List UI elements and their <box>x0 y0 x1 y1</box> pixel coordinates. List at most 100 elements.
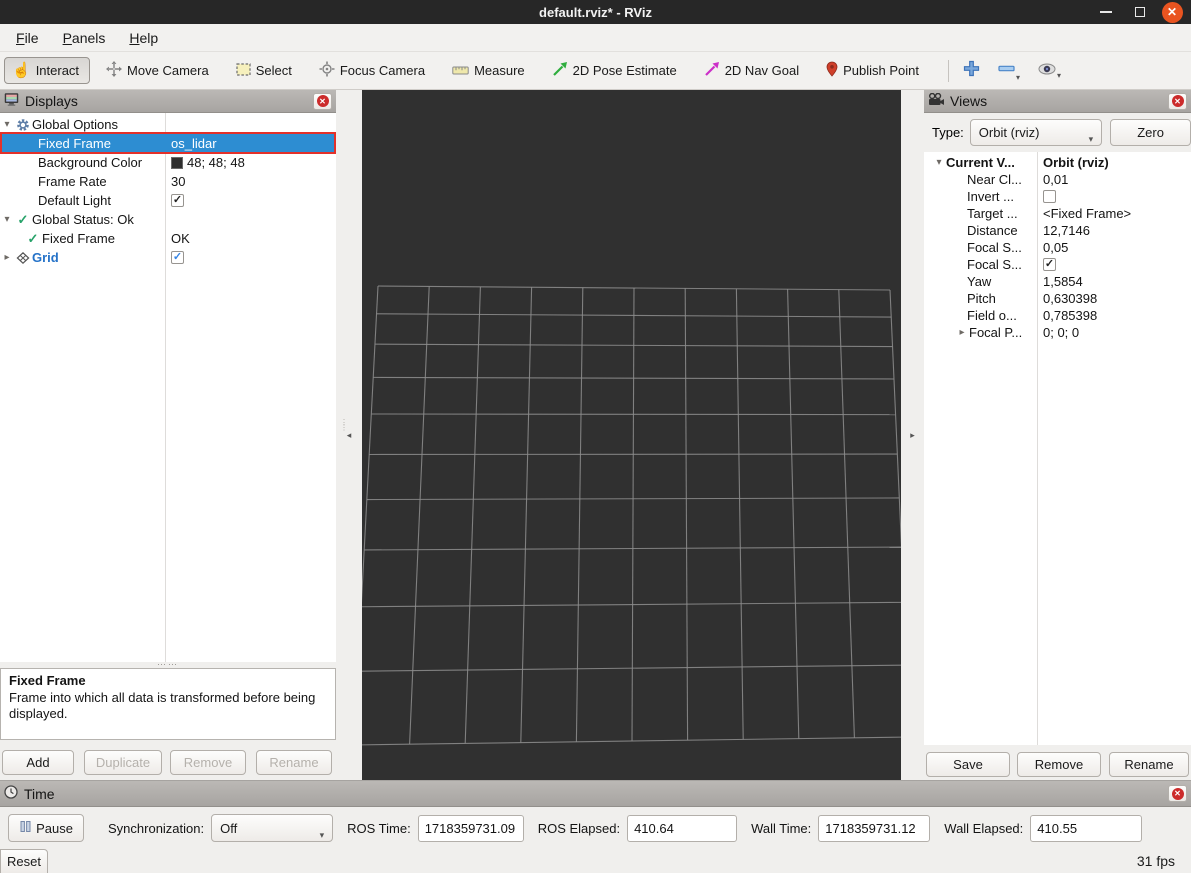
sync-value: Off <box>220 821 237 836</box>
tool-label: Measure <box>474 63 525 78</box>
rename-view-button[interactable]: Rename <box>1109 752 1189 777</box>
pause-button[interactable]: Pause <box>8 814 84 842</box>
expander-open-icon[interactable]: ▾ <box>0 119 14 130</box>
row-label: Fixed Frame <box>38 136 111 151</box>
row-value[interactable]: 0; 0; 0 <box>1043 325 1079 340</box>
menu-help[interactable]: Help <box>117 26 170 50</box>
add-display-button[interactable]: Add <box>2 750 74 775</box>
left-splitter[interactable]: ⋮⋮ ◂ <box>336 90 362 780</box>
ros-elapsed-field[interactable]: 410.64 <box>627 815 737 842</box>
sync-combobox[interactable]: Off ▾ <box>211 814 333 842</box>
remove-tool-button[interactable]: ▾ <box>996 58 1022 84</box>
render-viewport[interactable] <box>362 90 901 780</box>
row-value[interactable]: 12,7146 <box>1043 223 1090 238</box>
tree-row-distance[interactable]: Distance 12,7146 <box>924 222 1191 239</box>
add-tool-button[interactable] <box>961 58 982 84</box>
menu-file[interactable]: File <box>4 26 51 50</box>
tree-row-global-status[interactable]: ▾ ✓ Global Status: Ok <box>0 210 336 229</box>
tool-move-camera[interactable]: Move Camera <box>106 61 209 80</box>
expander-closed-icon[interactable]: ▸ <box>955 327 969 338</box>
wall-elapsed-field[interactable]: 410.55 <box>1030 815 1142 842</box>
collapse-right-arrow-icon[interactable]: ▸ <box>910 430 915 441</box>
tree-row-focal-shape-fixed[interactable]: Focal S... ✓ <box>924 256 1191 273</box>
save-view-button[interactable]: Save <box>926 752 1010 777</box>
displays-tree: ▾ Global Options Fixed Frame os_lidar Ba… <box>0 113 336 662</box>
reset-button[interactable]: Reset <box>0 849 48 873</box>
remove-view-button[interactable]: Remove <box>1017 752 1101 777</box>
tool-2d-nav-goal[interactable]: 2D Nav Goal <box>704 61 799 80</box>
minimize-button[interactable] <box>1093 0 1119 24</box>
tool-label: Interact <box>36 63 79 78</box>
row-value[interactable]: 0,05 <box>1043 240 1068 255</box>
toolbar-separator <box>948 60 949 82</box>
row-value[interactable]: os_lidar <box>171 136 217 151</box>
grid-icon <box>14 251 32 265</box>
expander-closed-icon[interactable]: ▸ <box>0 252 14 263</box>
ros-time-field[interactable]: 1718359731.09 <box>418 815 524 842</box>
row-value[interactable]: 0,630398 <box>1043 291 1097 306</box>
tree-row-yaw[interactable]: Yaw 1,5854 <box>924 273 1191 290</box>
views-panel-header: Views ✕ <box>924 90 1191 113</box>
tree-row-near-clip[interactable]: Near Cl... 0,01 <box>924 171 1191 188</box>
row-value[interactable]: 0,01 <box>1043 172 1068 187</box>
row-value[interactable]: 0,785398 <box>1043 308 1097 323</box>
tree-row-background-color[interactable]: Background Color 48; 48; 48 <box>0 153 336 172</box>
tree-row-field-of-view[interactable]: Field o... 0,785398 <box>924 307 1191 324</box>
tree-row-focal-shape-size[interactable]: Focal S... 0,05 <box>924 239 1191 256</box>
tool-measure[interactable]: Measure <box>452 63 525 78</box>
menu-panels[interactable]: Panels <box>51 26 118 50</box>
tree-row-pitch[interactable]: Pitch 0,630398 <box>924 290 1191 307</box>
close-window-button[interactable]: ✕ <box>1159 0 1185 24</box>
checkbox-unchecked[interactable] <box>1043 190 1056 203</box>
close-time-panel-button[interactable]: ✕ <box>1168 785 1187 802</box>
row-value: Orbit (rviz) <box>1043 155 1109 170</box>
close-displays-panel-button[interactable]: ✕ <box>313 93 332 110</box>
tree-row-fixed-frame-status[interactable]: ✓Fixed Frame OK <box>0 229 336 248</box>
tree-row-grid[interactable]: ▸ Grid ✓ <box>0 248 336 267</box>
checkbox-checked[interactable]: ✓ <box>171 251 184 264</box>
tool-2d-pose-estimate[interactable]: 2D Pose Estimate <box>552 61 677 80</box>
color-swatch[interactable] <box>171 157 183 169</box>
type-label: Type: <box>932 125 964 140</box>
right-splitter[interactable]: ▸ <box>901 90 924 780</box>
minimize-icon <box>1100 11 1112 13</box>
row-value[interactable]: 1,5854 <box>1043 274 1083 289</box>
tree-row-fixed-frame-selected[interactable]: Fixed Frame os_lidar <box>0 134 336 153</box>
maximize-button[interactable] <box>1127 0 1153 24</box>
wall-elapsed-label: Wall Elapsed: <box>944 821 1023 836</box>
tree-row-global-options[interactable]: ▾ Global Options <box>0 115 336 134</box>
rename-display-button: Rename <box>256 750 332 775</box>
visibility-tool-button[interactable]: ▾ <box>1036 60 1063 82</box>
row-label: Fixed Frame <box>42 231 115 246</box>
clock-icon <box>4 785 18 802</box>
plus-icon <box>963 60 980 82</box>
expander-open-icon[interactable]: ▾ <box>932 157 946 168</box>
tool-select[interactable]: Select <box>236 63 292 79</box>
checkbox-checked[interactable]: ✓ <box>171 194 184 207</box>
tool-publish-point[interactable]: Publish Point <box>826 61 919 80</box>
tool-focus-camera[interactable]: Focus Camera <box>319 61 425 80</box>
zero-button[interactable]: Zero <box>1110 119 1191 146</box>
tree-row-invert-z[interactable]: Invert ... <box>924 188 1191 205</box>
row-value[interactable]: 30 <box>171 174 185 189</box>
close-icon: ✕ <box>1162 2 1183 23</box>
row-value[interactable]: <Fixed Frame> <box>1043 206 1131 221</box>
displays-panel-title: Displays <box>25 93 307 109</box>
row-value[interactable]: 48; 48; 48 <box>187 155 245 170</box>
tree-row-target-frame[interactable]: Target ... <Fixed Frame> <box>924 205 1191 222</box>
close-views-panel-button[interactable]: ✕ <box>1168 93 1187 110</box>
tree-row-focal-point[interactable]: ▸Focal P... 0; 0; 0 <box>924 324 1191 341</box>
views-panel: Views ✕ Type: Orbit (rviz) ▾ Zero ▾Curre… <box>924 90 1191 780</box>
tool-interact[interactable]: ☝ Interact <box>4 57 90 84</box>
expander-open-icon[interactable]: ▾ <box>0 214 14 225</box>
displays-panel-header: Displays ✕ <box>0 90 336 113</box>
wall-time-field[interactable]: 1718359731.12 <box>818 815 930 842</box>
displays-icon <box>4 92 19 110</box>
checkbox-checked[interactable]: ✓ <box>1043 258 1056 271</box>
tree-row-default-light[interactable]: Default Light ✓ <box>0 191 336 210</box>
view-type-combobox[interactable]: Orbit (rviz) ▾ <box>970 119 1102 146</box>
tree-row-current-view[interactable]: ▾Current V... Orbit (rviz) <box>924 154 1191 171</box>
close-icon: ✕ <box>317 95 329 107</box>
tree-row-frame-rate[interactable]: Frame Rate 30 <box>0 172 336 191</box>
ruler-icon <box>452 63 469 78</box>
